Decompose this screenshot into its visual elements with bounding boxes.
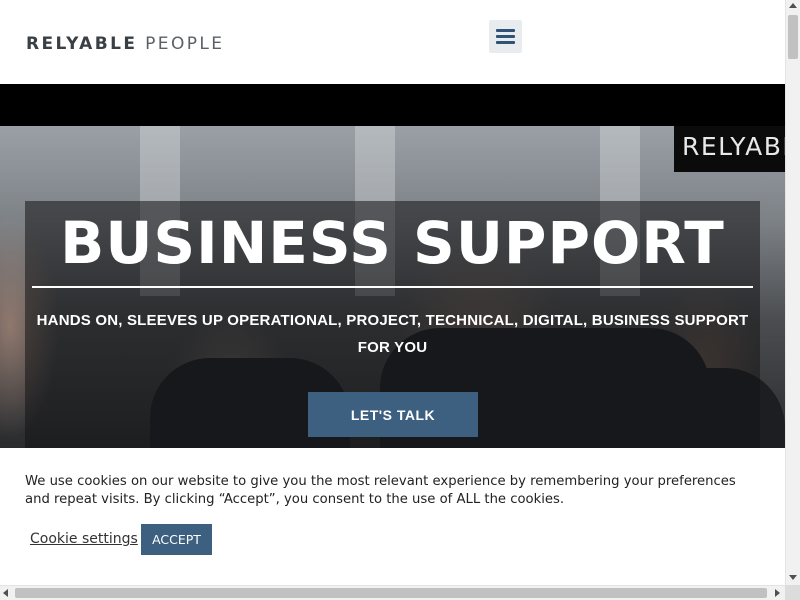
- horizontal-scroll-thumb[interactable]: [15, 588, 767, 598]
- hamburger-menu-icon-bar: [496, 35, 515, 38]
- vertical-scroll-thumb[interactable]: [788, 15, 798, 59]
- vertical-scrollbar[interactable]: [785, 0, 800, 585]
- scroll-up-icon[interactable]: [789, 3, 797, 8]
- hero-divider: [32, 286, 753, 288]
- horizontal-scrollbar[interactable]: [0, 585, 785, 600]
- logo-light-text: PEOPLE: [145, 34, 225, 54]
- cookie-accept-button[interactable]: ACCEPT: [141, 524, 212, 555]
- hamburger-menu-icon: [496, 29, 515, 32]
- cookie-settings-link[interactable]: Cookie settings: [30, 531, 138, 547]
- scroll-left-icon[interactable]: [3, 589, 8, 597]
- scroll-right-icon[interactable]: [775, 589, 780, 597]
- logo-strong-text: RELYABLE: [26, 34, 138, 54]
- hero-title: BUSINESS SUPPORT: [60, 209, 725, 277]
- hamburger-menu-icon-bar: [496, 41, 515, 44]
- hero-subtitle: HANDS ON, SLEEVES UP OPERATIONAL, PROJEC…: [36, 312, 749, 356]
- hero-section: RELYABLE BUSINESS SUPPORT HANDS ON, SLEE…: [0, 126, 785, 448]
- scroll-down-icon[interactable]: [789, 575, 797, 580]
- lets-talk-button[interactable]: LET'S TALK: [308, 392, 478, 437]
- hamburger-menu-button[interactable]: [489, 20, 522, 53]
- cookie-banner: We use cookies on our website to give yo…: [0, 448, 785, 585]
- site-logo[interactable]: RELYABLE PEOPLE: [26, 34, 224, 54]
- black-band: [0, 84, 785, 126]
- site-header: RELYABLE PEOPLE: [0, 0, 785, 84]
- brand-tag: RELYABLE: [674, 126, 785, 172]
- scrollbar-corner: [785, 585, 800, 600]
- cookie-message: We use cookies on our website to give yo…: [25, 474, 736, 507]
